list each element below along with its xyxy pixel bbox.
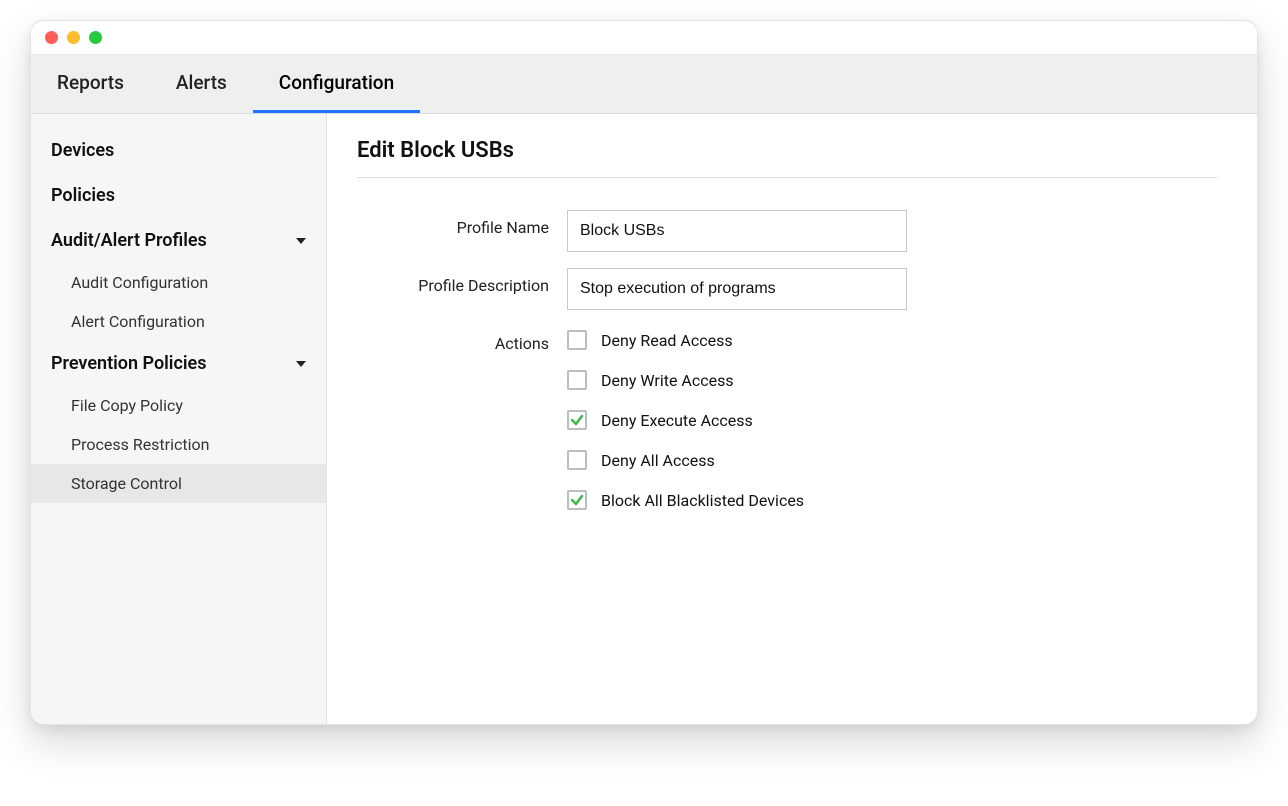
checkbox-block-all-blacklisted-devices[interactable] (567, 490, 587, 510)
tab-reports[interactable]: Reports (31, 55, 150, 113)
action-deny-read-access: Deny Read Access (567, 330, 907, 350)
body: Devices Policies Audit/Alert Profiles Au… (31, 114, 1257, 724)
profile-description-input[interactable] (567, 268, 907, 310)
action-label: Deny Read Access (601, 331, 733, 350)
sidebar: Devices Policies Audit/Alert Profiles Au… (31, 114, 327, 724)
sidebar-group-audit-alert-profiles[interactable]: Audit/Alert Profiles (31, 218, 326, 263)
action-label: Deny Execute Access (601, 411, 753, 430)
window-controls (45, 31, 102, 44)
page-title: Edit Block USBs (357, 134, 1217, 178)
check-icon (570, 413, 584, 427)
sidebar-item-policies[interactable]: Policies (31, 173, 326, 218)
minimize-window-icon[interactable] (67, 31, 80, 44)
tab-alerts[interactable]: Alerts (150, 55, 253, 113)
checkbox-deny-execute-access[interactable] (567, 410, 587, 430)
profile-name-input[interactable] (567, 210, 907, 252)
check-icon (570, 493, 584, 507)
sidebar-group-label: Audit/Alert Profiles (51, 230, 207, 251)
action-deny-all-access: Deny All Access (567, 450, 907, 470)
action-block-all-blacklisted-devices: Block All Blacklisted Devices (567, 490, 907, 510)
action-label: Block All Blacklisted Devices (601, 491, 804, 510)
action-deny-execute-access: Deny Execute Access (567, 410, 907, 430)
close-window-icon[interactable] (45, 31, 58, 44)
main-content: Edit Block USBs Profile Name Profile Des… (327, 114, 1257, 724)
sidebar-item-devices[interactable]: Devices (31, 128, 326, 173)
actions-list: Deny Read Access Deny Write Access (567, 326, 907, 510)
tab-configuration[interactable]: Configuration (253, 55, 420, 113)
chevron-down-icon (296, 361, 306, 367)
actions-label: Actions (357, 318, 567, 518)
sidebar-item-file-copy-policy[interactable]: File Copy Policy (31, 386, 326, 425)
profile-description-label: Profile Description (357, 260, 567, 318)
checkbox-deny-read-access[interactable] (567, 330, 587, 350)
action-label: Deny Write Access (601, 371, 734, 390)
profile-name-label: Profile Name (357, 202, 567, 260)
checkbox-deny-all-access[interactable] (567, 450, 587, 470)
chevron-down-icon (296, 238, 306, 244)
maximize-window-icon[interactable] (89, 31, 102, 44)
checkbox-deny-write-access[interactable] (567, 370, 587, 390)
top-nav: Reports Alerts Configuration (31, 55, 1257, 114)
sidebar-item-alert-configuration[interactable]: Alert Configuration (31, 302, 326, 341)
sidebar-item-audit-configuration[interactable]: Audit Configuration (31, 263, 326, 302)
titlebar (31, 21, 1257, 55)
action-deny-write-access: Deny Write Access (567, 370, 907, 390)
sidebar-item-storage-control[interactable]: Storage Control (31, 464, 326, 503)
edit-profile-form: Profile Name Profile Description Actions (357, 202, 907, 518)
app-window: Reports Alerts Configuration Devices Pol… (30, 20, 1258, 725)
sidebar-group-prevention-policies[interactable]: Prevention Policies (31, 341, 326, 386)
action-label: Deny All Access (601, 451, 715, 470)
sidebar-item-process-restriction[interactable]: Process Restriction (31, 425, 326, 464)
sidebar-group-label: Prevention Policies (51, 353, 207, 374)
